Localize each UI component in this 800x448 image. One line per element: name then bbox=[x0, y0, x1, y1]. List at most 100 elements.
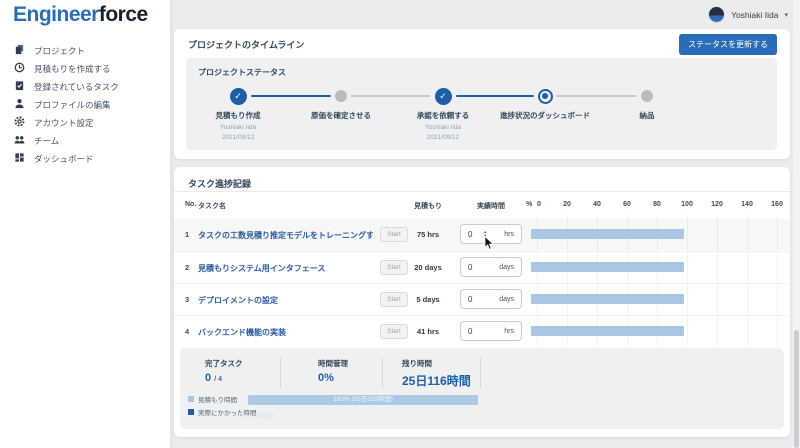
brand-logo[interactable]: Engineerforce bbox=[13, 3, 148, 27]
divider bbox=[280, 358, 281, 388]
axis-tick: 120 bbox=[711, 201, 723, 208]
step-fix-cost[interactable]: 原価を確定させる bbox=[288, 86, 394, 121]
projects-icon bbox=[14, 42, 25, 60]
sidebar-item-dashboard[interactable]: ダッシュボード bbox=[0, 150, 170, 168]
sidebar-item-edit-profile[interactable]: プロファイルの編集 bbox=[0, 96, 170, 114]
actual-hours-spinner[interactable]: ▴▾ hrs bbox=[460, 224, 522, 244]
step-pending-icon bbox=[641, 90, 653, 102]
registered-tasks-icon bbox=[14, 78, 25, 96]
unit-label: hrs bbox=[504, 231, 514, 238]
col-no: No. bbox=[185, 201, 196, 208]
progress-bar bbox=[531, 262, 684, 272]
task-no: 4 bbox=[185, 327, 189, 336]
task-no: 1 bbox=[185, 230, 189, 239]
remaining-time-value: 25日116時間 bbox=[402, 372, 471, 389]
sidebar-item-label: アカウント設定 bbox=[34, 117, 94, 129]
task-no: 2 bbox=[185, 263, 189, 272]
col-estimate: 見積もり bbox=[399, 201, 457, 211]
divider bbox=[480, 358, 481, 388]
actual-hours-spinner[interactable]: days bbox=[460, 257, 522, 277]
estimate-legend-label: 見積もり時間 bbox=[198, 394, 237, 404]
step-label: 原価を確定させる bbox=[288, 110, 394, 121]
sidebar-item-projects[interactable]: プロジェクト bbox=[0, 42, 170, 60]
spinner-arrows-icon[interactable]: ▴▾ bbox=[484, 230, 486, 239]
estimate-time-bar: 100% (25日116時間) bbox=[248, 395, 478, 405]
dashboard-icon bbox=[14, 150, 25, 168]
task-name-link[interactable]: タスクの工数見積り推定モデルをトレーニングする bbox=[198, 230, 373, 241]
table-row: 4 バックエンド機能の実装 Start 41 hrs hrs bbox=[174, 315, 790, 346]
axis-tick: 80 bbox=[653, 201, 661, 208]
table-header: No. タスク名 見積もり 実績時間 % 0 20 40 60 80 100 1… bbox=[174, 201, 790, 213]
sidebar-item-team[interactable]: チーム bbox=[0, 132, 170, 150]
step-meta: Yoshiaki Iida2021/09/12 bbox=[185, 123, 291, 143]
axis-tick: 160 bbox=[771, 201, 783, 208]
completed-tasks-value: 0 / 4 bbox=[205, 372, 222, 384]
actual-hours-spinner[interactable]: hrs bbox=[460, 321, 522, 341]
avatar bbox=[708, 6, 725, 23]
actual-time-bar-text: 0% (0時間) bbox=[242, 410, 274, 420]
task-name-link[interactable]: 見積もりシステム用インタフェース bbox=[198, 263, 373, 274]
page-scrollbar[interactable] bbox=[793, 0, 800, 448]
col-actual: 実績時間 bbox=[460, 201, 522, 211]
divider bbox=[382, 358, 383, 388]
task-name-link[interactable]: バックエンド機能の実装 bbox=[198, 327, 373, 338]
estimate-value: 20 days bbox=[399, 263, 457, 272]
project-status-title: プロジェクトステータス bbox=[198, 67, 286, 78]
user-name: Yoshiaki Iida bbox=[731, 10, 778, 20]
unit-label: hrs bbox=[504, 328, 514, 335]
sidebar-nav: プロジェクト 見積もりを作成する 登録されているタスク プロファイルの編集 アカ… bbox=[0, 42, 170, 168]
legend-estimate: 見積もり時間 bbox=[188, 394, 237, 404]
task-progress-title: タスク進捗記録 bbox=[188, 177, 251, 190]
completed-tasks-label: 完了タスク bbox=[205, 358, 243, 369]
table-row: 2 見積もりシステム用インタフェース Start 20 days days bbox=[174, 251, 790, 282]
task-no: 3 bbox=[185, 295, 189, 304]
sidebar-item-label: チーム bbox=[34, 135, 59, 147]
time-management-label: 時間管理 bbox=[318, 358, 348, 369]
task-name-link[interactable]: デプロイメントの設定 bbox=[198, 295, 373, 306]
step-meta: Yoshiaki Iida2021/09/12 bbox=[390, 123, 496, 143]
summary-panel: 完了タスク 0 / 4 時間管理 0% 残り時間 25日116時間 見積もり時間… bbox=[180, 348, 784, 429]
gear-icon bbox=[14, 114, 25, 132]
actual-hours-input[interactable] bbox=[468, 327, 484, 336]
step-delivery[interactable]: 納品 bbox=[594, 86, 700, 121]
step-label: 納品 bbox=[594, 110, 700, 121]
sidebar-item-registered-tasks[interactable]: 登録されているタスク bbox=[0, 78, 170, 96]
sidebar-item-account-settings[interactable]: アカウント設定 bbox=[0, 114, 170, 132]
user-menu[interactable]: Yoshiaki Iida ▾ bbox=[708, 6, 788, 23]
update-status-button[interactable]: ステータスを更新する bbox=[679, 34, 777, 55]
scrollbar-thumb[interactable] bbox=[794, 330, 799, 448]
sidebar-item-label: 見積もりを作成する bbox=[34, 63, 111, 75]
actual-hours-input[interactable] bbox=[468, 263, 484, 272]
divider bbox=[174, 191, 790, 192]
step-label: 進捗状況のダッシュボード bbox=[492, 110, 598, 121]
actual-hours-spinner[interactable]: days bbox=[460, 289, 522, 309]
table-row: 1 タスクの工数見積り推定モデルをトレーニングする Start 75 hrs ▴… bbox=[174, 219, 790, 250]
step-check-icon: ✓ bbox=[230, 88, 247, 105]
progress-bar bbox=[531, 326, 684, 336]
time-management-value: 0% bbox=[318, 372, 334, 384]
chevron-down-icon: ▾ bbox=[784, 11, 788, 19]
project-timeline-card: プロジェクトのタイムライン ステータスを更新する プロジェクトステータス ✓ 見… bbox=[174, 29, 790, 159]
estimate-value: 5 days bbox=[399, 295, 457, 304]
sidebar: Engineerforce プロジェクト 見積もりを作成する 登録されているタス… bbox=[0, 0, 170, 448]
step-label: 見積もり作成 bbox=[185, 110, 291, 121]
progress-bar bbox=[531, 229, 684, 239]
axis-tick: 20 bbox=[563, 201, 571, 208]
table-row: 3 デプロイメントの設定 Start 5 days days bbox=[174, 283, 790, 314]
create-estimate-icon bbox=[14, 60, 25, 78]
axis-tick: 40 bbox=[593, 201, 601, 208]
step-pending-icon bbox=[335, 90, 347, 102]
sidebar-item-label: ダッシュボード bbox=[34, 153, 94, 165]
edit-profile-icon bbox=[14, 96, 25, 114]
step-progress-dashboard[interactable]: 進捗状況のダッシュボード bbox=[492, 86, 598, 121]
actual-hours-input[interactable] bbox=[468, 295, 484, 304]
progress-bar bbox=[531, 294, 684, 304]
unit-label: days bbox=[499, 264, 514, 271]
axis-tick: 140 bbox=[741, 201, 753, 208]
actual-hours-input[interactable] bbox=[468, 230, 484, 239]
step-request-approval[interactable]: ✓ 承認を依頼する Yoshiaki Iida2021/09/12 bbox=[390, 86, 496, 143]
step-current-icon bbox=[538, 89, 553, 104]
step-estimate-created[interactable]: ✓ 見積もり作成 Yoshiaki Iida2021/09/12 bbox=[185, 86, 291, 143]
axis-tick: 60 bbox=[623, 201, 631, 208]
sidebar-item-create-estimate[interactable]: 見積もりを作成する bbox=[0, 60, 170, 78]
